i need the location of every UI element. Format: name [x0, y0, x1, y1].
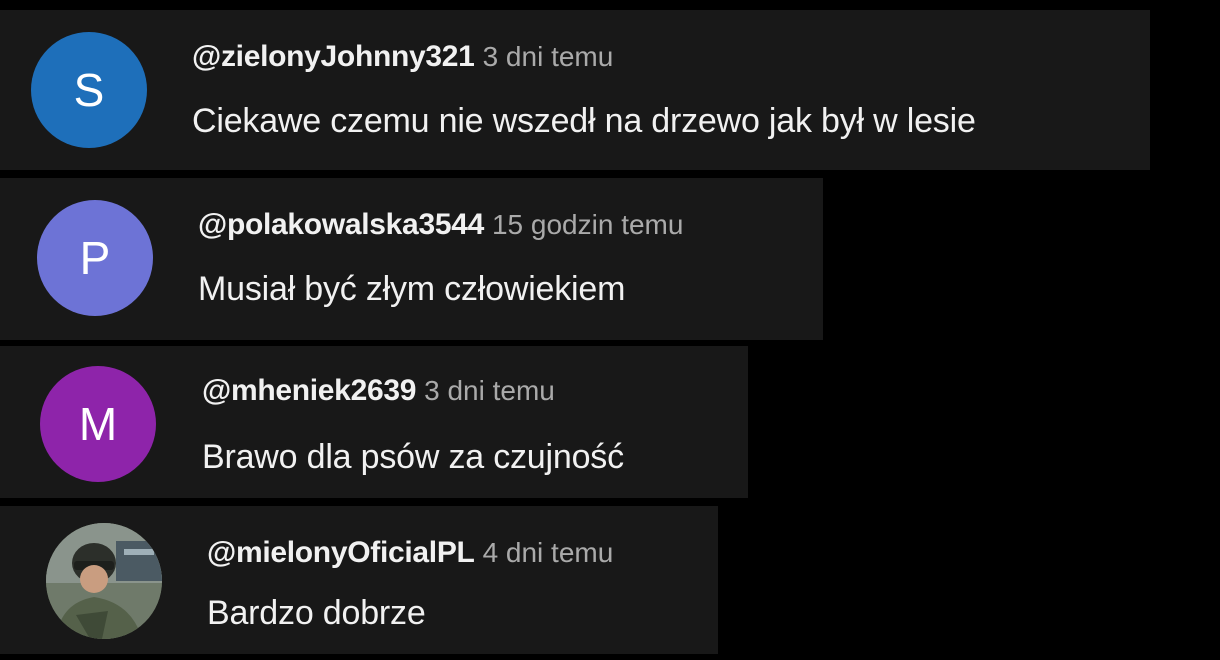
avatar[interactable]: S	[31, 32, 147, 148]
comment-header: @mielonyOficialPL 4 dni temu	[207, 536, 613, 570]
author-name[interactable]: @zielonyJohnny321	[192, 40, 475, 73]
comment-text: Bardzo dobrze	[207, 594, 426, 632]
comment-item: P @polakowalska3544 15 godzin temu Musiał…	[0, 178, 823, 340]
author-name[interactable]: @polakowalska3544	[198, 208, 484, 241]
comment-time[interactable]: 15 godzin temu	[492, 209, 683, 240]
comment-item: M @mheniek2639 3 dni temu Brawo dla psów …	[0, 346, 748, 498]
comment-time[interactable]: 4 dni temu	[483, 537, 614, 568]
avatar[interactable]: M	[40, 366, 156, 482]
comment-text: Musiał być złym człowiekiem	[198, 270, 626, 308]
avatar[interactable]: P	[37, 200, 153, 316]
comment-time[interactable]: 3 dni temu	[424, 375, 555, 406]
comment-header: @polakowalska3544 15 godzin temu	[198, 208, 683, 242]
avatar-letter: S	[73, 64, 105, 116]
comment-header: @mheniek2639 3 dni temu	[202, 374, 555, 408]
comment-item: S @zielonyJohnny321 3 dni temu Ciekawe cz…	[0, 10, 1150, 170]
comment-time[interactable]: 3 dni temu	[483, 41, 614, 72]
comment-text: Brawo dla psów za czujność	[202, 438, 624, 476]
comment-header: @zielonyJohnny321 3 dni temu	[192, 40, 613, 74]
comment-item: @mielonyOficialPL 4 dni temu Bardzo dobrz…	[0, 506, 718, 654]
author-name[interactable]: @mielonyOficialPL	[207, 536, 475, 569]
avatar-letter: M	[78, 398, 118, 450]
comment-text: Ciekawe czemu nie wszedł na drzewo jak b…	[192, 102, 976, 140]
author-name[interactable]: @mheniek2639	[202, 374, 416, 407]
avatar-letter: P	[79, 232, 111, 284]
profile-photo-icon	[46, 523, 162, 639]
comments-section: S @zielonyJohnny321 3 dni temu Ciekawe cz…	[0, 0, 1220, 660]
avatar[interactable]	[46, 523, 162, 639]
